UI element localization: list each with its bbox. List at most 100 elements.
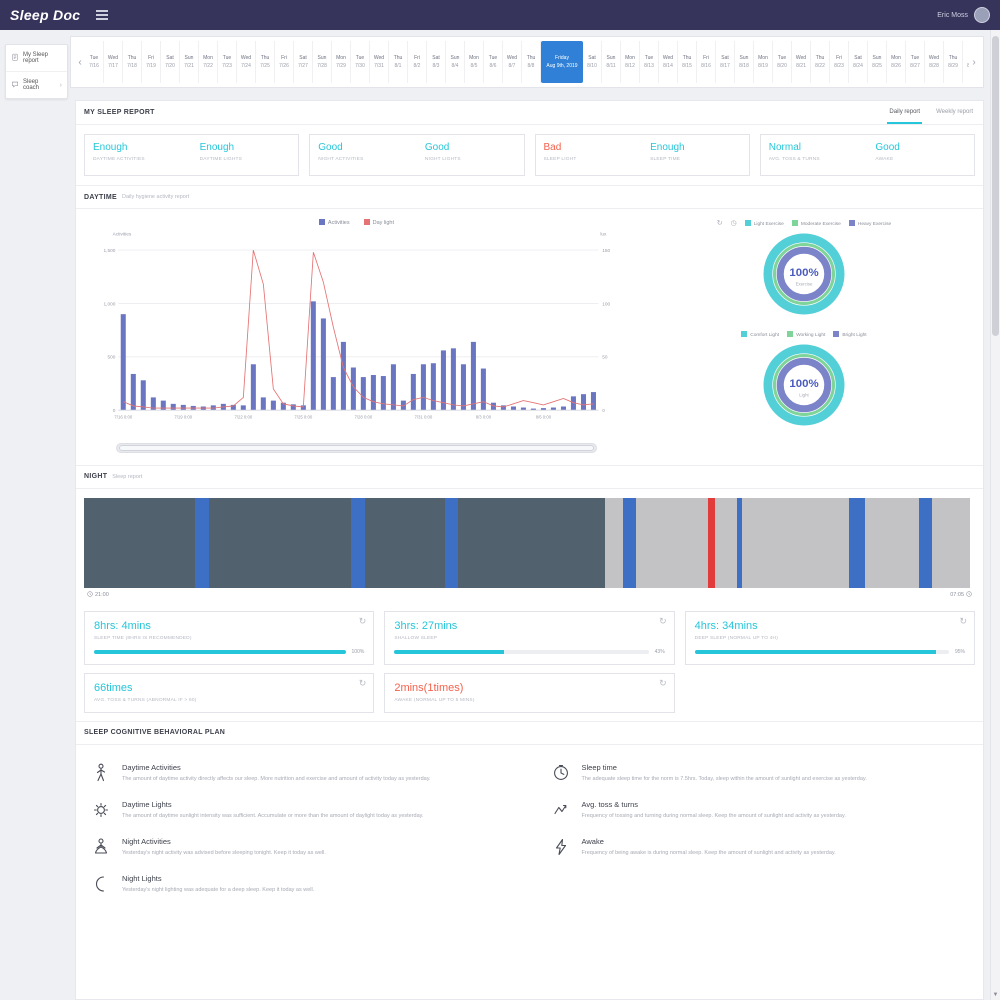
date-cell[interactable]: Fri8/16 [697,41,716,83]
date-cell[interactable]: Thu7/18 [123,41,142,83]
summary-card: NormalAVG. TOSS & TURNSGoodAWAKE [760,134,975,176]
date-cell[interactable]: Tue8/20 [773,41,792,83]
date-cell[interactable]: Wed7/24 [237,41,256,83]
date-cell[interactable]: Wed8/14 [659,41,678,83]
date-cell[interactable]: Tue8/13 [640,41,659,83]
plan-item-title: Night Lights [122,874,314,883]
svg-text:7/16 0:00: 7/16 0:00 [114,415,132,420]
refresh-icon[interactable]: ↻ [959,616,967,627]
date-cell[interactable]: Thu8/8 [522,41,541,83]
progress-percent: 95% [955,649,965,655]
date-cell[interactable]: Sat8/3 [427,41,446,83]
donut-chart: 100% Light [760,341,848,434]
legend-item: Moderate Exercise [792,220,841,227]
date-cell[interactable]: Tue7/16 [85,41,104,83]
timeline-segment-deep [84,498,195,588]
date-cell[interactable]: Sat7/20 [161,41,180,83]
header-right: Eric Moss [937,7,990,23]
date-cell[interactable]: Tue8/6 [484,41,503,83]
date-cell[interactable]: Mon7/22 [199,41,218,83]
sidebar-item-my-sleep-report[interactable]: My Sleep report [6,45,67,72]
timeline-start: 21:00 [95,592,109,598]
date-cell[interactable]: Mon8/19 [754,41,773,83]
date-cell[interactable]: Fri8/23 [830,41,849,83]
date-cell[interactable]: Mon7/29 [332,41,351,83]
refresh-icon[interactable]: ↻ [359,616,367,627]
svg-text:100%: 100% [789,267,818,279]
date-cell[interactable]: Thu8/22 [811,41,830,83]
date-cell[interactable]: Mon8/12 [621,41,640,83]
date-cell[interactable]: Thu7/25 [256,41,275,83]
date-cell[interactable]: Thu8/29 [944,41,963,83]
progress-percent: 43% [655,649,665,655]
daytime-chart: 05001,0001,500050100150Activitieslux7/16… [86,228,627,440]
date-cell[interactable]: Fri7/19 [142,41,161,83]
date-cell[interactable]: Mon8/5 [465,41,484,83]
night-title: NIGHT [84,473,107,480]
plan-item-desc: Yesterday's night lighting was adequate … [122,886,314,894]
user-name: Eric Moss [937,12,968,19]
date-cell[interactable]: Tue8/27 [906,41,925,83]
sidebar-item-sleep-coach[interactable]: Sleep coach › [6,72,67,98]
plan-item: Daytime LightsThe amount of daytime sunl… [92,792,508,829]
refresh-icon[interactable]: ↻ [717,219,723,227]
refresh-icon[interactable]: ↻ [659,678,667,689]
svg-text:lux: lux [600,232,607,238]
date-cell[interactable]: Sun8/11 [602,41,621,83]
date-cell[interactable]: Sat8/10 [583,41,602,83]
date-cell[interactable]: Sun8/18 [735,41,754,83]
refresh-icon[interactable]: ↻ [359,678,367,689]
scroll-down-arrow[interactable]: ▼ [991,992,1000,998]
date-cell-today[interactable]: FridayAug 9th, 2019 [541,41,583,83]
next-dates-arrow[interactable]: › [969,57,979,68]
app-logo[interactable]: Sleep Doc [10,7,80,23]
date-cell[interactable]: Tue7/23 [218,41,237,83]
refresh-icon[interactable]: ↻ [659,616,667,627]
svg-text:500: 500 [108,355,116,361]
tab-daily-report[interactable]: Daily report [887,101,922,124]
date-cell[interactable]: Wed8/7 [503,41,522,83]
date-cell[interactable]: Wed8/21 [792,41,811,83]
timeline-start-label: 21:00 [85,591,109,598]
donut-chart: 100% Exercise [760,230,848,323]
report-tabs: Daily report Weekly report [887,101,975,124]
date-cell[interactable]: Tue7/30 [351,41,370,83]
menu-icon[interactable] [96,10,108,20]
date-cell[interactable]: Sat8/24 [849,41,868,83]
date-cell[interactable]: Wed7/31 [370,41,389,83]
date-cell[interactable]: Sun7/21 [180,41,199,83]
timeline-segment-toss [195,498,208,588]
date-cell[interactable]: Sun8/4 [446,41,465,83]
user-avatar[interactable] [974,7,990,23]
date-cell[interactable]: Wed7/17 [104,41,123,83]
report-icon [11,53,19,64]
summary-cell: EnoughDAYTIME ACTIVITIES [85,135,192,175]
date-cell[interactable]: Sun8/25 [868,41,887,83]
summary-cell: EnoughSLEEP TIME [642,135,749,175]
date-cell[interactable]: Sat8/17 [716,41,735,83]
stat-progress: 95% [695,649,965,655]
progress-percent: 100% [352,649,365,655]
tab-weekly-report[interactable]: Weekly report [934,101,975,124]
date-cell[interactable]: Fri8/2 [408,41,427,83]
chart-range-slider[interactable] [116,443,597,453]
summary-value: Enough [650,142,741,153]
date-cell[interactable]: Sun7/28 [313,41,332,83]
date-cell[interactable]: Fri7/26 [275,41,294,83]
date-cell[interactable]: Thu8/1 [389,41,408,83]
scrollbar-thumb[interactable] [992,36,999,336]
date-cell[interactable]: Thu8/15 [678,41,697,83]
date-cell[interactable]: Sat7/27 [294,41,313,83]
date-cell[interactable]: Wed8/28 [925,41,944,83]
slider-handle[interactable] [119,445,594,451]
summary-value: Enough [93,142,184,153]
plan-section-header: SLEEP COGNITIVE BEHAVIORAL PLAN [76,721,983,745]
moon-icon [92,874,112,895]
clock-icon[interactable]: ◷ [731,219,737,227]
page-scrollbar[interactable]: ▼ [990,30,1000,1000]
plan-content: Daytime LightsThe amount of daytime sunl… [122,800,424,820]
date-cell[interactable]: Mon8/26 [887,41,906,83]
prev-dates-arrow[interactable]: ‹ [75,57,85,68]
progress-track [695,650,949,654]
daytime-subtitle: Daily hygiene activity report [122,194,189,200]
